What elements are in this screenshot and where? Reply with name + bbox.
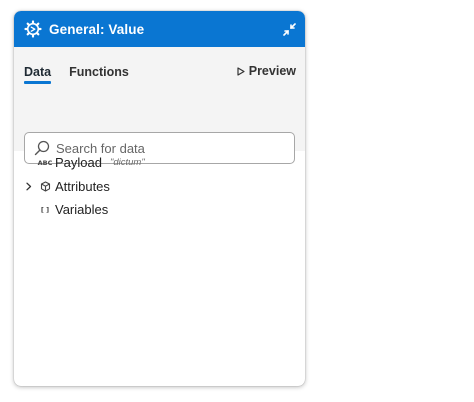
collapse-icon[interactable] <box>282 22 296 36</box>
panel-header: General: Value <box>14 11 305 47</box>
preview-label: Preview <box>248 64 296 78</box>
tree-item-label: Payload <box>55 155 102 171</box>
string-type-icon: ABC <box>37 158 53 167</box>
tree-item-variables[interactable]: [ ] Variables <box>14 198 305 222</box>
tree-item-label: Attributes <box>55 178 110 194</box>
tree-item-hint: "dictum" <box>109 157 145 169</box>
tab-functions[interactable]: Functions <box>69 65 129 88</box>
play-icon <box>237 66 245 76</box>
tab-data[interactable]: Data <box>24 65 52 88</box>
tree-item-attributes[interactable]: Attributes <box>14 175 305 199</box>
cube-icon <box>39 180 51 192</box>
brackets-icon: [ ] <box>40 205 50 214</box>
gear-icon <box>24 20 42 38</box>
expression-panel: General: Value Data Functions Preview Se… <box>14 11 305 386</box>
chevron-right-icon[interactable] <box>24 181 34 191</box>
canvas: General: Value Data Functions Preview Se… <box>0 0 474 402</box>
panel-title: General: Value <box>49 21 145 37</box>
preview-button[interactable]: Preview <box>237 64 296 78</box>
data-tree: ABC Payload "dictum" Attributes [] Vari… <box>14 151 305 222</box>
tree-item-label: Variables <box>55 202 109 218</box>
toolbar-area: Data Functions Preview <box>14 47 305 164</box>
tree-item-payload[interactable]: ABC Payload "dictum" <box>14 151 305 175</box>
